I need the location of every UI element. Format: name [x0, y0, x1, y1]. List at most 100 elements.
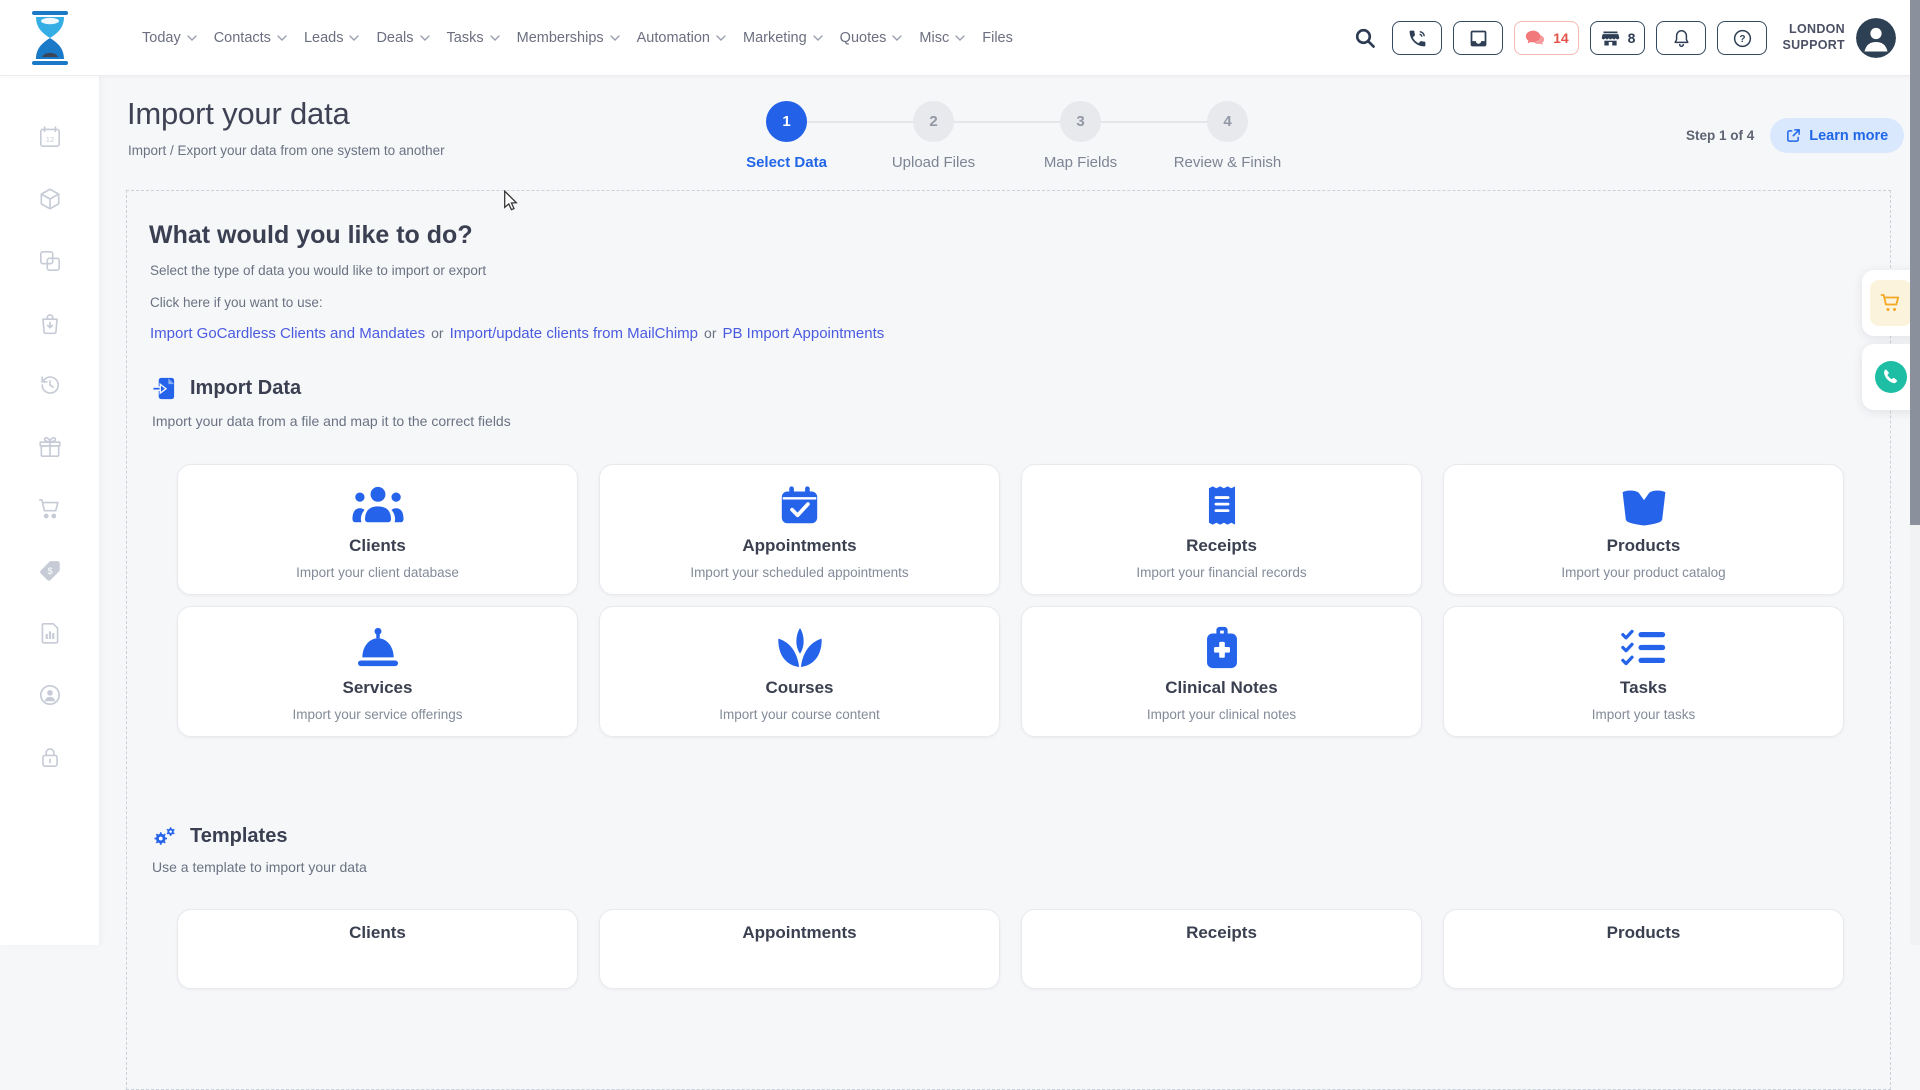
- import-data-title: Import Data: [190, 377, 301, 400]
- page-title: Import your data: [127, 96, 350, 132]
- import-card-clinical-notes[interactable]: Clinical Notes Import your clinical note…: [1021, 606, 1422, 737]
- link-gocardless[interactable]: Import GoCardless Clients and Mandates: [150, 325, 425, 342]
- intro-prompt: Click here if you want to use:: [150, 295, 323, 310]
- nav-item-misc[interactable]: Misc: [919, 30, 965, 46]
- cart-orange-icon: [1870, 280, 1912, 326]
- page-subtitle: Import / Export your data from one syste…: [128, 143, 445, 158]
- hourglass-logo-icon[interactable]: [28, 11, 72, 65]
- nav-item-automation[interactable]: Automation: [637, 30, 726, 46]
- account-name[interactable]: LONDON SUPPORT: [1782, 22, 1845, 53]
- medical-kit-icon: [1205, 625, 1239, 669]
- calendar-check-icon: [779, 483, 820, 527]
- receipt-icon: [1207, 483, 1237, 527]
- chat-button[interactable]: 14: [1514, 21, 1579, 55]
- import-card-receipts[interactable]: Receipts Import your financial records: [1021, 464, 1422, 595]
- import-data-header: Import Data: [152, 376, 301, 401]
- phone-icon: [1407, 28, 1428, 49]
- box-open-icon: [1619, 483, 1669, 527]
- intro-subheading: Select the type of data you would like t…: [150, 263, 486, 278]
- cube-icon[interactable]: [37, 186, 63, 212]
- topbar-actions: 14 8 ? LONDON SUPPORT: [1353, 0, 1896, 76]
- step-map-fields[interactable]: 3 Map Fields: [1007, 101, 1154, 171]
- external-link-icon: [1786, 128, 1801, 143]
- list-check-icon: [1621, 625, 1667, 669]
- import-card-products[interactable]: Products Import your product catalog: [1443, 464, 1844, 595]
- cart-icon[interactable]: [37, 496, 63, 522]
- bell-concierge-icon: [355, 625, 401, 669]
- nav-item-marketing[interactable]: Marketing: [743, 30, 823, 46]
- import-panel: What would you like to do? Select the ty…: [126, 190, 1891, 1090]
- purchases-bag-icon[interactable]: [37, 310, 63, 336]
- report-icon[interactable]: [37, 620, 63, 646]
- link-mailchimp[interactable]: Import/update clients from MailChimp: [450, 325, 698, 342]
- main-nav: Today Contacts Leads Deals Tasks Members…: [142, 0, 1013, 76]
- gift-icon[interactable]: [37, 434, 63, 460]
- seedling-icon: [777, 625, 823, 669]
- price-tag-icon[interactable]: $: [37, 558, 63, 584]
- sidebar: 12 $: [0, 76, 100, 945]
- search-icon[interactable]: [1353, 26, 1377, 50]
- chevron-down-icon: [349, 35, 359, 41]
- template-card-clients[interactable]: Clients: [177, 909, 578, 989]
- step-select-data[interactable]: 1 Select Data: [713, 101, 860, 171]
- svg-text:12: 12: [45, 135, 53, 144]
- users-icon: [352, 483, 404, 527]
- help-button[interactable]: ?: [1717, 21, 1767, 55]
- templates-subtitle: Use a template to import your data: [152, 859, 367, 875]
- link-pb-import[interactable]: PB Import Appointments: [722, 325, 884, 342]
- learn-more-button[interactable]: Learn more: [1770, 118, 1904, 153]
- lock-icon[interactable]: [37, 744, 63, 770]
- import-card-tasks[interactable]: Tasks Import your tasks: [1443, 606, 1844, 737]
- import-card-grid: Clients Import your client database Appo…: [177, 464, 1844, 737]
- question-icon: ?: [1732, 28, 1753, 49]
- inbox-button[interactable]: [1453, 21, 1503, 55]
- step-review-finish[interactable]: 4 Review & Finish: [1154, 101, 1301, 171]
- nav-item-quotes[interactable]: Quotes: [840, 30, 903, 46]
- template-card-grid: Clients Appointments Receipts Products: [177, 909, 1844, 989]
- history-icon[interactable]: [37, 372, 63, 398]
- templates-title: Templates: [190, 825, 287, 848]
- avatar[interactable]: [1856, 18, 1896, 58]
- template-card-appointments[interactable]: Appointments: [599, 909, 1000, 989]
- import-card-services[interactable]: Services Import your service offerings: [177, 606, 578, 737]
- nav-item-files[interactable]: Files: [982, 30, 1013, 46]
- notifications-button[interactable]: [1656, 21, 1706, 55]
- copy-icon[interactable]: [37, 248, 63, 274]
- templates-header: Templates: [152, 824, 287, 849]
- nav-item-leads[interactable]: Leads: [304, 30, 360, 46]
- nav-item-memberships[interactable]: Memberships: [517, 30, 620, 46]
- stepper: 1 Select Data 2 Upload Files 3 Map Field…: [713, 101, 1301, 171]
- inbox-icon: [1468, 28, 1489, 49]
- chevron-down-icon: [716, 35, 726, 41]
- import-card-clients[interactable]: Clients Import your client database: [177, 464, 578, 595]
- shop-count-badge: 8: [1628, 30, 1636, 46]
- chevron-down-icon: [813, 35, 823, 41]
- shop-button[interactable]: 8: [1590, 21, 1646, 55]
- chevron-down-icon: [490, 35, 500, 41]
- phone-button[interactable]: [1392, 21, 1442, 55]
- gears-icon: [152, 824, 177, 849]
- nav-item-today[interactable]: Today: [142, 30, 197, 46]
- store-icon: [1600, 28, 1621, 49]
- calendar-icon[interactable]: 12: [37, 124, 63, 150]
- bell-icon: [1671, 28, 1692, 49]
- chevron-down-icon: [420, 35, 430, 41]
- import-card-appointments[interactable]: Appointments Import your scheduled appoi…: [599, 464, 1000, 595]
- template-card-products[interactable]: Products: [1443, 909, 1844, 989]
- topbar: Today Contacts Leads Deals Tasks Members…: [0, 0, 1920, 76]
- svg-text:?: ?: [1739, 34, 1745, 45]
- chevron-down-icon: [892, 35, 902, 41]
- scrollbar-track[interactable]: [1910, 0, 1920, 945]
- scrollbar-thumb[interactable]: [1910, 0, 1920, 525]
- nav-item-contacts[interactable]: Contacts: [214, 30, 287, 46]
- template-card-receipts[interactable]: Receipts: [1021, 909, 1422, 989]
- nav-item-deals[interactable]: Deals: [376, 30, 429, 46]
- nav-item-tasks[interactable]: Tasks: [447, 30, 500, 46]
- whatsapp-icon: [1870, 354, 1912, 400]
- step-counter: Step 1 of 4: [1686, 128, 1754, 143]
- file-import-icon: [152, 376, 177, 401]
- chevron-down-icon: [955, 35, 965, 41]
- import-card-courses[interactable]: Courses Import your course content: [599, 606, 1000, 737]
- step-upload-files[interactable]: 2 Upload Files: [860, 101, 1007, 171]
- account-icon[interactable]: [37, 682, 63, 708]
